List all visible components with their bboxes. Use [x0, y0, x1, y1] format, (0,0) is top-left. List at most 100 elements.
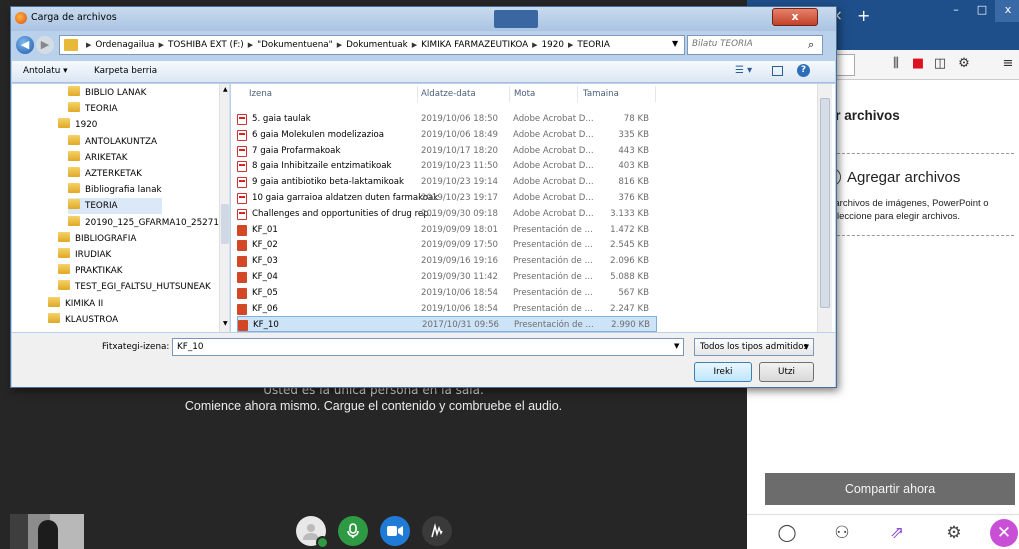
breadcrumb-separator-icon[interactable]: ▶	[159, 41, 164, 49]
tree-item[interactable]: TEORIA	[68, 198, 162, 215]
file-list-scrollbar[interactable]	[817, 84, 832, 332]
new-tab-icon[interactable]: +	[857, 6, 870, 25]
folder-tree-scrollbar[interactable]: ▲ ▼	[219, 84, 229, 332]
participants-icon[interactable]: ⚇	[830, 521, 854, 545]
window-minimize-button[interactable]: –	[943, 0, 969, 22]
tree-item[interactable]: KLAUSTROA	[48, 312, 162, 328]
search-input[interactable]	[692, 39, 802, 49]
breadcrumb-segment[interactable]: Ordenagailua	[95, 40, 154, 50]
file-row[interactable]: 5. gaia taulak 2019/10/06 18:50 Adobe Acro…	[237, 111, 657, 127]
file-row[interactable]: KF_04 2019/09/30 11:42 Presentación de ...…	[237, 269, 657, 285]
tree-item[interactable]: Bibliografia lanak	[68, 182, 162, 198]
tree-item[interactable]: 20190_125_GFARMA10_25271_	[68, 215, 223, 231]
breadcrumb-separator-icon[interactable]: ▶	[248, 41, 253, 49]
chevron-down-icon[interactable]: ▼	[674, 342, 679, 350]
microphone-button[interactable]	[338, 516, 368, 546]
breadcrumb-separator-icon[interactable]: ▶	[337, 41, 342, 49]
tree-item[interactable]: TEORIA	[68, 101, 162, 117]
scroll-up-icon[interactable]: ▲	[223, 86, 228, 93]
share-now-button[interactable]: Compartir ahora	[765, 473, 1015, 505]
breadcrumb-separator-icon[interactable]: ▶	[568, 41, 573, 49]
file-date: 2019/10/23 19:17	[421, 193, 499, 203]
file-row[interactable]: 8 gaia Inhibitzaile entzimatikoak 2019/10…	[237, 158, 657, 174]
file-row[interactable]: Challenges and opportunities of drug rep…	[237, 206, 657, 222]
file-name: 6 gaia Molekulen modelizazioa	[252, 129, 385, 140]
share-icon[interactable]: ⇗	[885, 521, 909, 545]
file-row[interactable]: KF_10 2017/10/31 09:56 Presentación de ...…	[237, 316, 657, 332]
breadcrumb-separator-icon[interactable]: ▶	[532, 41, 537, 49]
file-row[interactable]: 6 gaia Molekulen modelizazioa 2019/10/06 …	[237, 127, 657, 143]
microphone-icon	[347, 523, 359, 538]
breadcrumb-segment[interactable]: 1920	[542, 40, 564, 50]
tree-item[interactable]: 1920	[58, 117, 162, 133]
library-icon[interactable]: ⫼	[887, 56, 905, 74]
dialog-titlebar[interactable]: Carga de archivos x	[11, 7, 836, 31]
breadcrumb-segment[interactable]: "Dokumentuena"	[257, 40, 333, 50]
file-row[interactable]: 7 gaia Profarmakoak 2019/10/17 18:20 Adobe…	[237, 143, 657, 159]
filetype-select[interactable]: Todos los tipos admitidos ▼	[694, 338, 814, 356]
file-row[interactable]: 9 gaia antibiotiko beta-laktamikoak 2019/…	[237, 174, 657, 190]
breadcrumb-segment[interactable]: Dokumentuak	[346, 40, 408, 50]
window-close-button[interactable]: x	[995, 0, 1019, 22]
back-arrow-icon[interactable]: ◀	[16, 36, 34, 54]
tree-item[interactable]: ANTOLAKUNTZA	[68, 134, 162, 150]
column-header-size[interactable]: Tamaina	[583, 89, 619, 99]
forward-arrow-icon[interactable]: ▶	[36, 36, 54, 54]
cancel-button[interactable]: Utzi	[759, 362, 814, 382]
camera-button[interactable]	[380, 516, 410, 546]
tree-item[interactable]: ARIKETAK	[68, 150, 162, 166]
scroll-thumb[interactable]	[820, 98, 830, 308]
pocket-icon[interactable]: ■	[909, 56, 927, 74]
share-content-button[interactable]	[422, 516, 452, 546]
preview-pane-icon[interactable]	[772, 66, 783, 76]
organize-button[interactable]: Antolatu ▾	[23, 66, 68, 76]
open-button[interactable]: Ireki	[694, 362, 752, 382]
breadcrumb-separator-icon[interactable]: ▶	[412, 41, 417, 49]
tree-item[interactable]: PRAKTIKAK	[58, 263, 162, 279]
tree-item[interactable]: AZTERKETAK	[68, 166, 162, 182]
file-row[interactable]: KF_06 2019/10/06 18:54 Presentación de ...…	[237, 301, 657, 317]
column-header-name[interactable]: Izena	[249, 89, 272, 99]
breadcrumb-segment[interactable]: TOSHIBA EXT (F:)	[168, 40, 244, 50]
breadcrumb-segment[interactable]: KIMIKA FARMAZEUTIKOA	[421, 40, 528, 50]
file-row[interactable]: KF_02 2019/09/09 17:50 Presentación de ...…	[237, 237, 657, 253]
tree-item-label: KLAUSTROA	[65, 314, 119, 325]
window-maximize-button[interactable]: □	[969, 0, 995, 22]
search-box[interactable]: ⌕	[687, 35, 823, 55]
dialog-close-button[interactable]: x	[772, 8, 818, 26]
chevron-down-icon[interactable]: ▼	[672, 39, 678, 48]
settings-gear-icon[interactable]: ⚙	[942, 521, 966, 545]
help-icon[interactable]: ?	[797, 64, 810, 77]
file-dropzone[interactable]	[827, 153, 1014, 236]
dropzone-hint: seleccione para elegir archivos.	[827, 211, 961, 222]
view-options-icon[interactable]: ☰ ▾	[735, 65, 752, 76]
new-folder-button[interactable]: Karpeta berria	[94, 66, 157, 76]
column-header-type[interactable]: Mota	[514, 89, 535, 99]
extension-icon[interactable]: ⚙	[955, 56, 973, 74]
filename-input[interactable]	[172, 338, 684, 356]
tree-item-label: Bibliografia lanak	[85, 185, 162, 196]
search-icon[interactable]: ⌕	[808, 38, 814, 52]
tree-item[interactable]: TEST_EGI_FALTSU_HUTSUNEAK	[58, 279, 211, 295]
close-panel-icon[interactable]: ✕	[990, 519, 1018, 547]
tree-item[interactable]: KIMIKA II	[48, 296, 162, 312]
sidebar-icon[interactable]: ◫	[931, 56, 949, 74]
tree-item[interactable]: BIBLIO LANAK	[68, 85, 162, 101]
breadcrumb-separator-icon[interactable]: ▶	[86, 41, 91, 49]
file-row[interactable]: KF_01 2019/09/09 18:01 Presentación de ...…	[237, 222, 657, 238]
address-bar[interactable]: ▶ Ordenagailua ▶ TOSHIBA EXT (F:) ▶ "Dokument…	[59, 35, 728, 55]
tree-item[interactable]: IRUDIAK	[58, 247, 162, 263]
scroll-thumb[interactable]	[221, 204, 229, 244]
file-row[interactable]: KF_03 2019/09/16 19:16 Presentación de ...…	[237, 253, 657, 269]
hamburger-menu-icon[interactable]: ≡	[999, 56, 1017, 74]
scroll-down-icon[interactable]: ▼	[223, 320, 228, 327]
breadcrumb-segment[interactable]: TEORIA	[577, 40, 610, 50]
file-row[interactable]: 10 gaia garraioa aldatzen duten farmakoa…	[237, 190, 657, 206]
avatar-button[interactable]	[296, 516, 329, 549]
tree-item[interactable]: BIBLIOGRAFIA	[58, 231, 162, 247]
file-row[interactable]: KF_05 2019/10/06 18:54 Presentación de ...…	[237, 285, 657, 301]
powerpoint-file-icon	[237, 272, 247, 283]
chat-icon[interactable]: ◯	[775, 521, 799, 545]
column-header-date[interactable]: Aldatze-data	[421, 89, 476, 99]
self-video-thumbnail[interactable]	[10, 514, 84, 549]
